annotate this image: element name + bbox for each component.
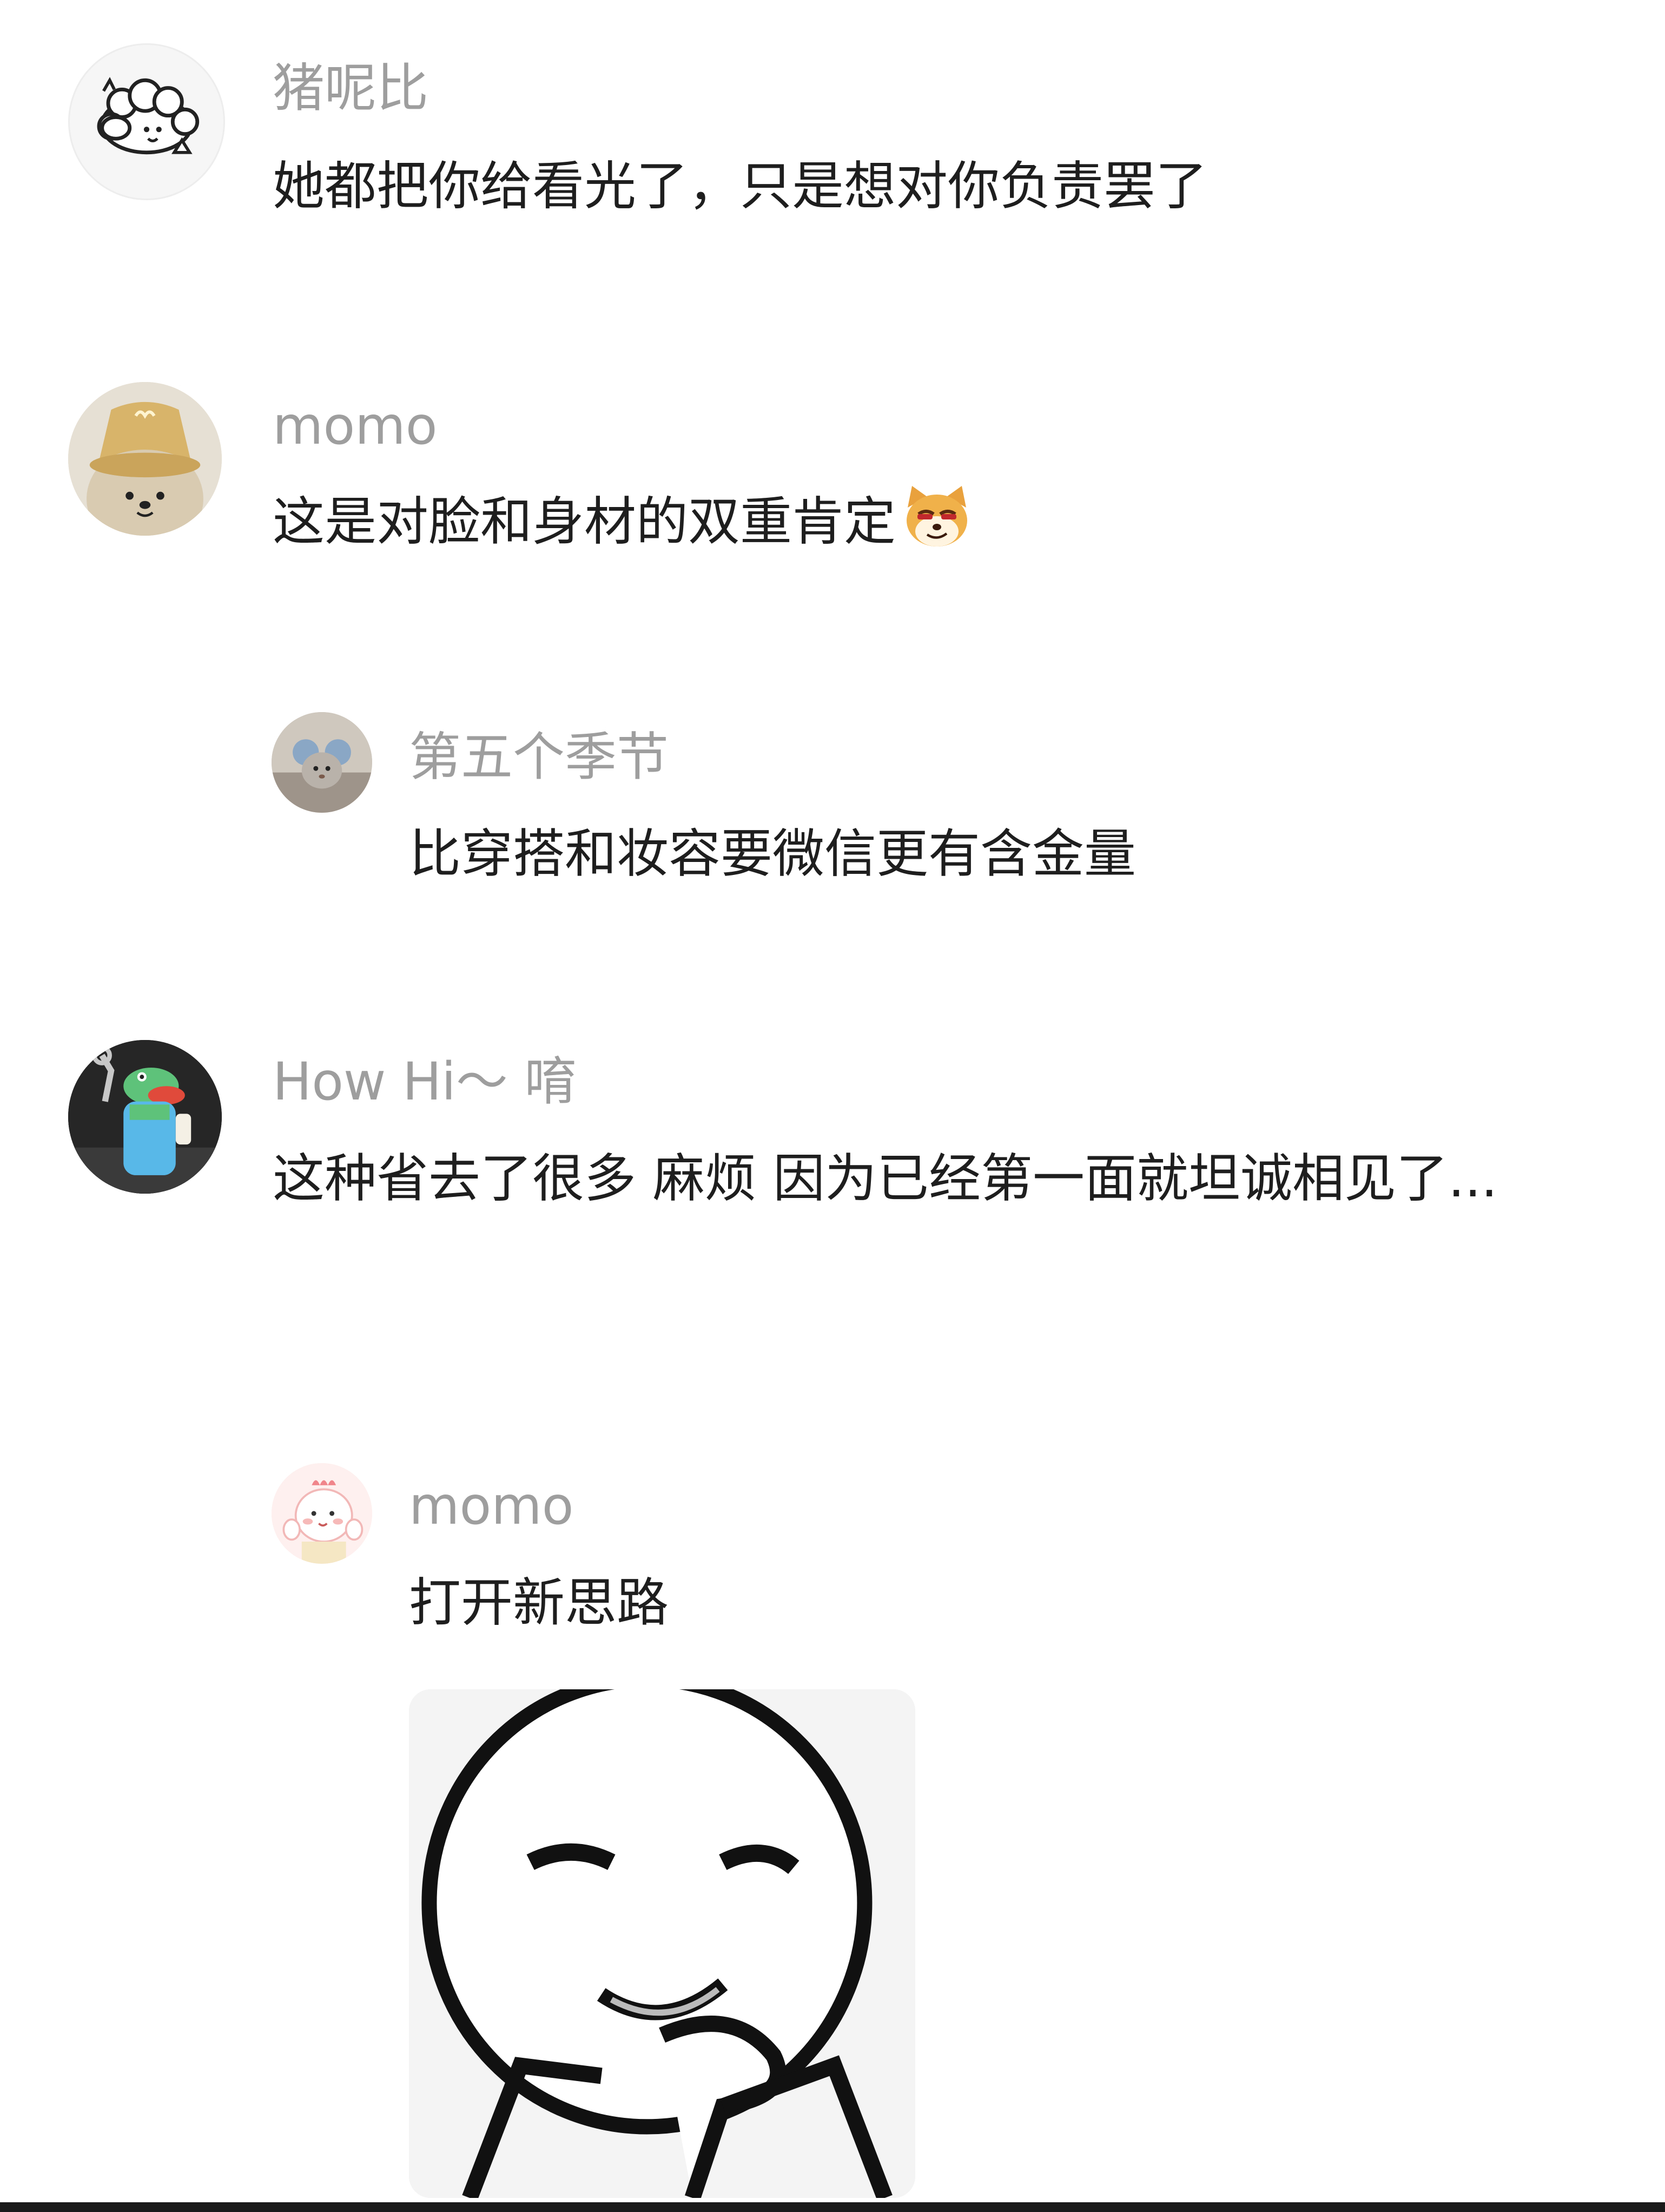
comment-text: 这是对脸和身材的双重肯定 bbox=[273, 472, 1560, 571]
username[interactable]: momo bbox=[273, 396, 438, 456]
pink-dinosaur-avatar-icon[interactable] bbox=[272, 1463, 372, 1564]
comment-text: 比穿搭和妆容要微信更有含金量 bbox=[409, 804, 1572, 904]
bottom-border bbox=[0, 2202, 1665, 2212]
username[interactable]: 猪呢比 bbox=[273, 58, 428, 118]
thinking-face-meme-sticker-icon[interactable] bbox=[409, 1689, 915, 2198]
comment-text-content: 这种省去了很多 麻烦 因为已经第一面就坦诚相见了... bbox=[273, 1148, 1498, 1209]
username[interactable]: momo bbox=[409, 1476, 574, 1536]
comment-text-content: 这是对脸和身材的双重肯定 bbox=[273, 491, 896, 552]
username[interactable]: 第五个季节 bbox=[409, 727, 669, 787]
green-crocodile-plush-avatar-icon[interactable] bbox=[68, 1040, 222, 1194]
comment-text-content: 打开新思路 bbox=[409, 1572, 669, 1633]
comment-text-content: 比穿搭和妆容要微信更有含金量 bbox=[409, 824, 1136, 884]
cartoon-sheep-avatar-icon[interactable] bbox=[68, 43, 225, 200]
bear-with-hat-avatar-icon[interactable] bbox=[68, 382, 222, 536]
comment-text: 打开新思路 bbox=[409, 1553, 1572, 1653]
username[interactable]: How Hi～ 唷 bbox=[273, 1052, 576, 1111]
comment-text-content: 她都把你给看光了，只是想对你负责罢了 bbox=[273, 156, 1207, 216]
mouse-toy-photo-avatar-icon[interactable] bbox=[272, 712, 372, 813]
comment-text: 这种省去了很多 麻烦 因为已经第一面就坦诚相见了... bbox=[273, 1129, 1582, 1228]
comment-text: 她都把你给看光了，只是想对你负责罢了 bbox=[273, 136, 1560, 236]
smug-shiba-dog-emoji-icon bbox=[899, 481, 975, 551]
